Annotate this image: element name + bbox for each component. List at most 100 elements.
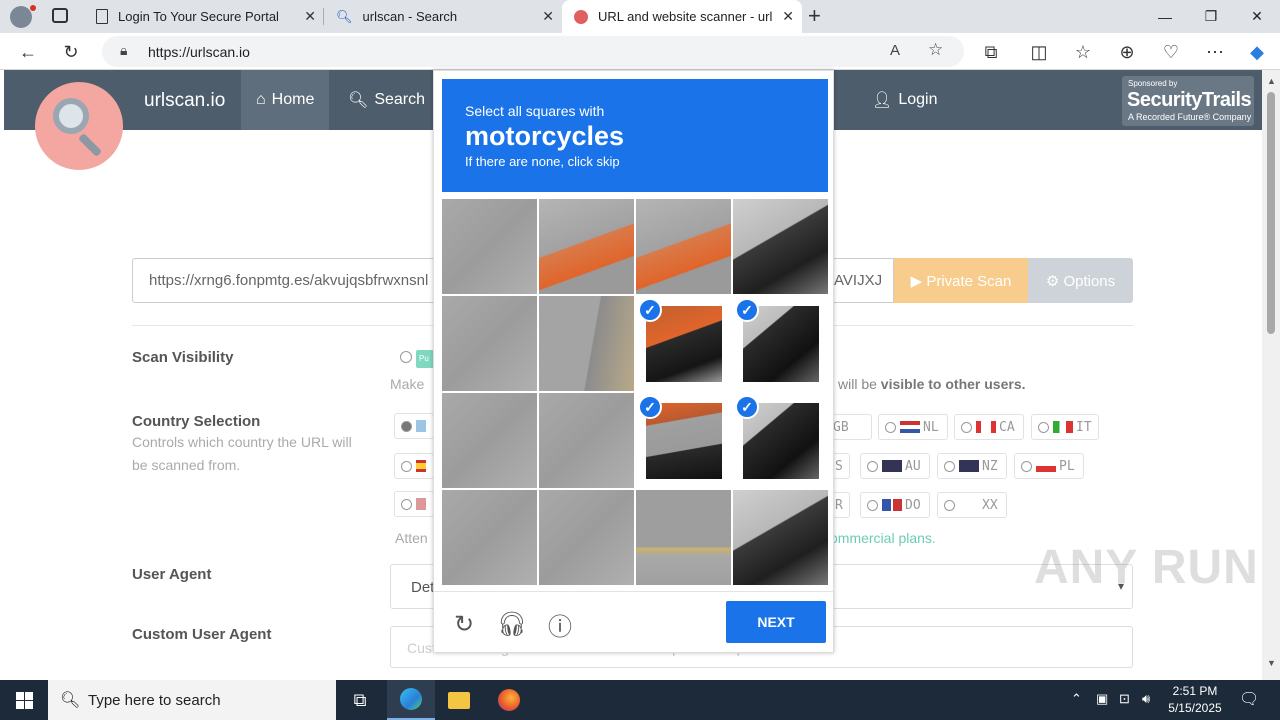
- profile-icon[interactable]: [10, 6, 32, 28]
- scroll-thumb[interactable]: [1267, 92, 1275, 334]
- extensions-icon[interactable]: ⧉: [978, 39, 1004, 65]
- captcha-tile-selected[interactable]: ✓: [636, 393, 731, 488]
- headphones-icon[interactable]: 🎧︎: [497, 609, 527, 639]
- tab-urlscan-scanner[interactable]: URL and website scanner - urlsca ✕: [562, 0, 802, 33]
- volume-icon[interactable]: 🔊︎: [1142, 691, 1150, 707]
- country-option-es[interactable]: [394, 453, 434, 479]
- new-tab-button[interactable]: +: [808, 3, 821, 29]
- copilot-icon[interactable]: ◆: [1244, 39, 1270, 65]
- captcha-tile[interactable]: [442, 296, 537, 391]
- checkmark-icon: ✓: [638, 298, 662, 322]
- browser-essentials-icon[interactable]: ♡: [1158, 39, 1184, 65]
- urlscan-logo[interactable]: [35, 82, 123, 170]
- network-device-icon[interactable]: ▣: [1096, 691, 1108, 707]
- firefox-icon[interactable]: [485, 680, 533, 720]
- scan-url-value: https://xrng6.fonpmtg.es/akvujqsbfrwxnsn…: [149, 272, 429, 289]
- country-option-gb[interactable]: GB: [830, 414, 872, 440]
- captcha-target: motorcycles: [465, 121, 625, 151]
- nav-search[interactable]: 🔍︎ Search: [333, 70, 440, 130]
- magnifier-icon: [53, 98, 89, 134]
- country-option-it[interactable]: IT: [1031, 414, 1099, 440]
- split-screen-icon[interactable]: ◫: [1026, 39, 1052, 65]
- country-option-ca[interactable]: CA: [954, 414, 1024, 440]
- scroll-down-icon[interactable]: ▼: [1267, 658, 1276, 668]
- chevron-up-icon[interactable]: ⌃: [1071, 691, 1082, 707]
- captcha-tile-selected[interactable]: ✓: [733, 296, 828, 391]
- minimize-button[interactable]: —: [1142, 0, 1188, 33]
- captcha-tile[interactable]: [442, 490, 537, 585]
- custom-user-agent-label: Custom User Agent: [132, 626, 272, 643]
- network-icon[interactable]: ⊡: [1119, 691, 1130, 707]
- country-option-unknown[interactable]: [394, 491, 434, 517]
- tab-login-portal[interactable]: Login To Your Secure Portal ✕: [84, 0, 324, 33]
- read-aloud-icon[interactable]: A: [890, 42, 900, 59]
- country-option-pl[interactable]: PL: [1014, 453, 1084, 479]
- visibility-text-left: Make: [390, 376, 425, 392]
- commercial-plans-link[interactable]: ommercial plans.: [830, 530, 936, 546]
- sponsor-badge[interactable]: Sponsored by SecurityTrails A Recorded F…: [1122, 76, 1254, 126]
- tab-title: urlscan - Search: [362, 9, 458, 24]
- window-close-button[interactable]: ✕: [1234, 0, 1280, 33]
- info-icon[interactable]: ⓘ: [545, 609, 575, 641]
- nav-home[interactable]: ⌂ Home: [241, 70, 330, 130]
- captcha-tile[interactable]: [733, 199, 828, 294]
- close-icon[interactable]: ✕: [782, 8, 794, 25]
- collections-icon[interactable]: ⊕: [1114, 39, 1140, 65]
- user-agent-label: User Agent: [132, 566, 212, 583]
- tab-title: URL and website scanner - urlsca: [598, 9, 773, 24]
- site-brand[interactable]: urlscan.io: [144, 90, 225, 112]
- captcha-tile[interactable]: [539, 199, 634, 294]
- scan-url-input-tail[interactable]: AVIJXJ: [830, 258, 894, 303]
- scan-url-input[interactable]: https://xrng6.fonpmtg.es/akvujqsbfrwxnsn…: [132, 258, 437, 303]
- favorites-icon[interactable]: ☆: [1070, 39, 1096, 65]
- task-view-icon[interactable]: ⧉: [336, 680, 384, 720]
- captcha-tile[interactable]: [539, 393, 634, 488]
- file-explorer-icon[interactable]: [435, 680, 483, 720]
- captcha-tile[interactable]: [539, 296, 634, 391]
- tab-urlscan-search[interactable]: 🔍︎ urlscan - Search ✕: [324, 0, 562, 33]
- refresh-icon[interactable]: ↻: [449, 609, 479, 639]
- page-scrollbar[interactable]: ▲ ▼: [1262, 70, 1280, 680]
- country-option-do[interactable]: DO: [860, 492, 930, 518]
- back-button[interactable]: ←: [15, 39, 41, 65]
- country-option-xx[interactable]: XX: [937, 492, 1007, 518]
- captcha-tile-selected[interactable]: ✓: [733, 393, 828, 488]
- edge-icon[interactable]: [387, 680, 435, 720]
- captcha-tile[interactable]: [733, 490, 828, 585]
- lock-icon: 🔒︎: [120, 42, 128, 58]
- start-button[interactable]: [0, 680, 48, 720]
- user-agent-value: Det: [411, 579, 435, 596]
- public-radio[interactable]: [400, 351, 412, 363]
- country-option-nz[interactable]: NZ: [937, 453, 1007, 479]
- country-option-auto[interactable]: [394, 413, 434, 439]
- restore-button[interactable]: ❐: [1188, 0, 1234, 33]
- captcha-header: Select all squares with motorcycles If t…: [442, 79, 828, 192]
- refresh-button[interactable]: ↻: [58, 39, 84, 65]
- captcha-tile[interactable]: [539, 490, 634, 585]
- captcha-tile[interactable]: [636, 199, 731, 294]
- country-selection-desc: Controls which country the URL will be s…: [132, 434, 352, 473]
- urlscan-favicon: [574, 9, 588, 24]
- url-field[interactable]: 🔒︎ https://urlscan.io A ☆: [102, 36, 964, 67]
- attention-text: Atten: [395, 530, 428, 546]
- nav-login[interactable]: 👤︎ Login: [857, 70, 952, 130]
- country-option-au[interactable]: AU: [860, 453, 930, 479]
- tab-actions-icon[interactable]: [52, 8, 68, 23]
- country-option-nl[interactable]: NL: [878, 414, 948, 440]
- captcha-tile[interactable]: [442, 199, 537, 294]
- favorite-star-icon[interactable]: ☆: [928, 40, 943, 60]
- system-clock[interactable]: 2:51 PM 5/15/2025: [1160, 683, 1230, 717]
- captcha-tile-selected[interactable]: ✓: [636, 296, 731, 391]
- close-icon[interactable]: ✕: [304, 8, 316, 25]
- close-icon[interactable]: ✕: [542, 8, 554, 25]
- next-button[interactable]: NEXT: [726, 601, 826, 643]
- captcha-tile[interactable]: [636, 490, 731, 585]
- notification-icon[interactable]: 🗨︎: [1239, 689, 1259, 709]
- scroll-up-icon[interactable]: ▲: [1267, 76, 1276, 86]
- private-scan-button[interactable]: ▶ Private Scan: [894, 258, 1028, 303]
- more-menu-icon[interactable]: ⋯: [1202, 39, 1228, 65]
- captcha-tile[interactable]: [442, 393, 537, 488]
- captcha-footer-divider: [434, 591, 833, 592]
- taskbar-search[interactable]: 🔍︎ Type here to search: [48, 680, 336, 720]
- options-button[interactable]: ⚙ Options: [1028, 258, 1133, 303]
